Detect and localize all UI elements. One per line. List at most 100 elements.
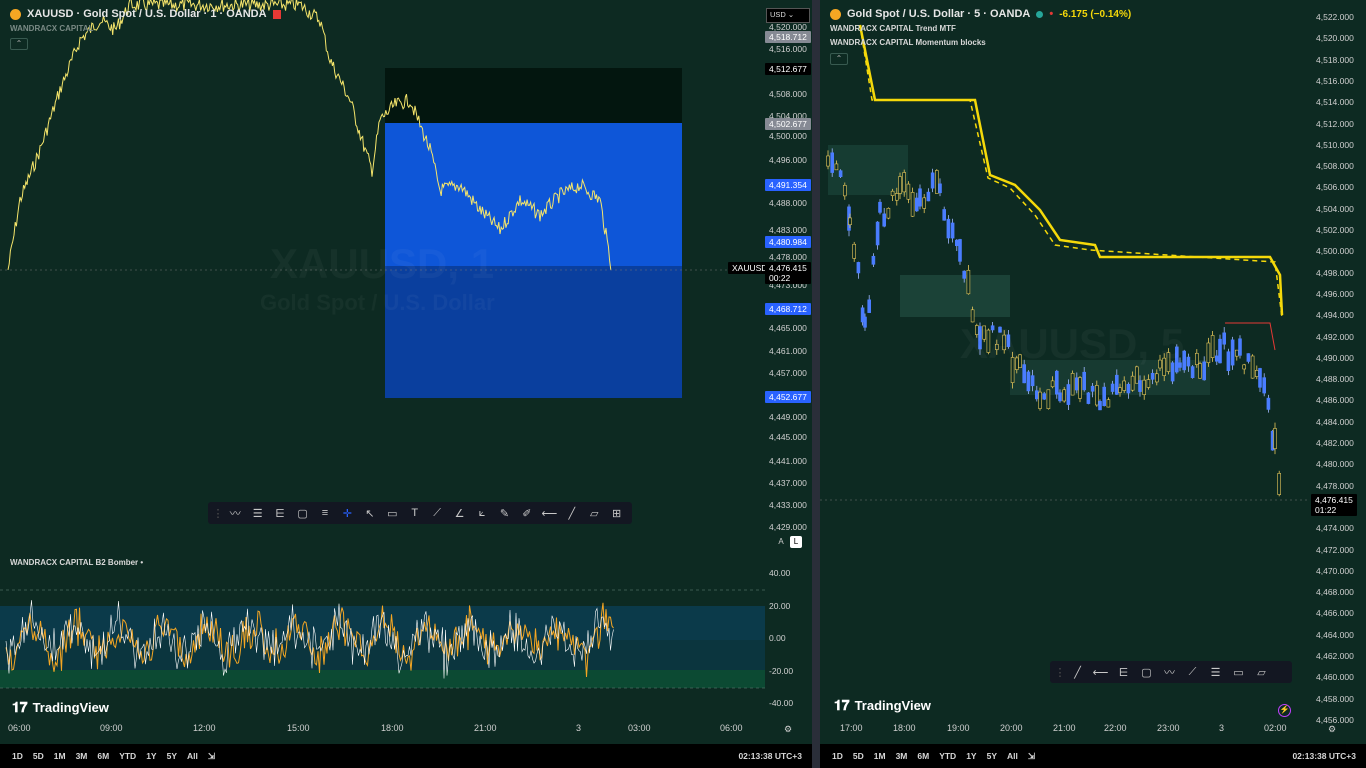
range-1m[interactable]: 1M xyxy=(870,749,890,763)
left-axis-settings-icon[interactable]: ⚙ xyxy=(784,724,792,735)
right-axis-settings-icon[interactable]: ⚙ xyxy=(1328,724,1336,735)
brush-tool-icon[interactable]: ✎ xyxy=(495,504,513,522)
parallel-channel-icon[interactable]: ▱ xyxy=(1252,663,1271,681)
fib-tool-icon[interactable]: ☰ xyxy=(1206,663,1225,681)
candle xyxy=(1038,391,1042,409)
fib-ext-tool-icon[interactable]: ⋿ xyxy=(1114,663,1133,681)
left-symbol-title[interactable]: XAUUSD · Gold Spot / U.S. Dollar · 1 · O… xyxy=(10,8,281,20)
price-axis-label: 4,464.000 xyxy=(1316,629,1354,640)
range-1y[interactable]: 1Y xyxy=(142,749,160,763)
range-5d[interactable]: 5D xyxy=(849,749,868,763)
candle xyxy=(1030,375,1035,387)
range-1m[interactable]: 1M xyxy=(50,749,70,763)
curve-tool-icon[interactable]: ⟋ xyxy=(1183,663,1202,681)
rectangle-tool-icon[interactable]: ▢ xyxy=(293,504,311,522)
price-axis-label: 4,460.000 xyxy=(1316,672,1354,683)
range-5d[interactable]: 5D xyxy=(29,749,48,763)
tradingview-logo-right[interactable]: 𝟏𝟕 TradingView xyxy=(834,697,931,714)
range-5y[interactable]: 5Y xyxy=(983,749,1001,763)
left-collapse-button[interactable]: ⌃ xyxy=(10,38,28,50)
candle xyxy=(1050,380,1055,388)
candle xyxy=(1202,361,1207,381)
indicator-trend-mtf[interactable]: WANDRACX CAPITAL Trend MTF xyxy=(830,24,956,33)
right-drawing-toolbar[interactable]: ⋮ ╱ ⟵ ⋿ ▢ 〰 ⟋ ☰ ▭ ▱ xyxy=(1050,661,1292,683)
range-ytd[interactable]: YTD xyxy=(935,749,960,763)
goto-date-icon[interactable]: ⇲ xyxy=(204,749,219,764)
time-axis-label: 12:00 xyxy=(193,723,216,733)
candle xyxy=(958,239,962,262)
candle xyxy=(1198,363,1202,379)
clock[interactable]: 02:13:38 UTC+3 xyxy=(1292,751,1356,761)
crosshair-tool-icon[interactable]: ✛ xyxy=(338,504,356,522)
trend-line-icon[interactable]: ╱ xyxy=(563,504,581,522)
currency-select[interactable]: USD ⌄ xyxy=(766,8,810,23)
candle xyxy=(1086,392,1091,404)
range-3m[interactable]: 3M xyxy=(72,749,92,763)
candle xyxy=(1098,401,1102,411)
goto-date-icon[interactable]: ⇲ xyxy=(1024,749,1039,764)
drawing-toolbar[interactable]: ⋮ 〰 ☰ ⋿ ▢ ≡ ✛ ↖ ▭ T ⟋ ∠ ⟀ ✎ ✐ ⟵ ╱ ▱ ⊞ xyxy=(208,502,632,524)
time-axis-label: 22:00 xyxy=(1104,723,1127,733)
left-indicator-label[interactable]: WANDRACX CAPITAL xyxy=(10,24,93,33)
fib-tool-icon[interactable]: ☰ xyxy=(248,504,266,522)
left-price-chart[interactable] xyxy=(0,0,816,740)
left-watermark: XAUUSD, 1 xyxy=(270,240,494,288)
fib-channel-tool-icon[interactable]: ≡ xyxy=(316,504,334,522)
right-collapse-button[interactable]: ⌃ xyxy=(830,53,848,65)
range-6m[interactable]: 6M xyxy=(913,749,933,763)
right-chart-pane[interactable]: XAUUSD, 5 Gold Spot / U.S. Dollar · 5 · … xyxy=(820,0,1366,768)
replay-icon[interactable]: ⚡ xyxy=(1278,704,1291,717)
range-1d[interactable]: 1D xyxy=(828,749,847,763)
clock[interactable]: 02:13:38 UTC+3 xyxy=(738,751,802,761)
candle xyxy=(1114,374,1119,395)
callout-tool-icon[interactable]: ▭ xyxy=(383,504,401,522)
fan-tool-icon[interactable]: ⟀ xyxy=(473,504,491,522)
range-all[interactable]: All xyxy=(183,749,202,763)
right-symbol-title[interactable]: Gold Spot / U.S. Dollar · 5 · OANDA • -6… xyxy=(830,8,1131,20)
drag-handle-icon[interactable]: ⋮ xyxy=(213,504,224,522)
range-6m[interactable]: 6M xyxy=(93,749,113,763)
fib-ext-tool-icon[interactable]: ⋿ xyxy=(271,504,289,522)
range-all[interactable]: All xyxy=(1003,749,1022,763)
text-tool-icon[interactable]: T xyxy=(406,504,424,522)
curve-tool-icon[interactable]: ⟋ xyxy=(428,504,446,522)
horizontal-ray-icon[interactable]: ⟵ xyxy=(540,504,558,522)
range-1y[interactable]: 1Y xyxy=(962,749,980,763)
parallel-channel-icon[interactable]: ▱ xyxy=(585,504,603,522)
candle xyxy=(1070,373,1075,396)
trend-mtf-dashed xyxy=(859,24,1283,319)
callout-tool-icon[interactable]: ▭ xyxy=(1229,663,1248,681)
price-axis-label: 4,458.000 xyxy=(1316,693,1354,704)
pattern-tool-icon[interactable]: 〰 xyxy=(1160,663,1179,681)
price-axis-label: 4,437.000 xyxy=(769,478,807,488)
candle xyxy=(1194,352,1199,365)
range-1d[interactable]: 1D xyxy=(8,749,27,763)
range-3m[interactable]: 3M xyxy=(892,749,912,763)
cursor-tool-icon[interactable]: ↖ xyxy=(361,504,379,522)
trend-line-icon[interactable]: ╱ xyxy=(1068,663,1087,681)
price-axis-label: 4,496.000 xyxy=(769,155,807,165)
measure-tool-icon[interactable]: ⊞ xyxy=(607,504,625,522)
range-5y[interactable]: 5Y xyxy=(163,749,181,763)
range-ytd[interactable]: YTD xyxy=(115,749,140,763)
rectangle-tool-icon[interactable]: ▢ xyxy=(1137,663,1156,681)
drag-handle-icon[interactable]: ⋮ xyxy=(1055,663,1066,681)
right-price-chart[interactable] xyxy=(820,0,1366,740)
tradingview-logo-left[interactable]: 𝟏𝟕 TradingView xyxy=(12,699,109,716)
indicator-momentum-blocks[interactable]: WANDRACX CAPITAL Momentum blocks xyxy=(830,38,986,47)
pen-tool-icon[interactable]: ✐ xyxy=(518,504,536,522)
angle-tool-icon[interactable]: ∠ xyxy=(450,504,468,522)
horizontal-ray-icon[interactable]: ⟵ xyxy=(1091,663,1110,681)
price-axis-label: 4,483.000 xyxy=(769,225,807,235)
price-axis-label: 4,508.000 xyxy=(769,89,807,99)
oscillator-label[interactable]: WANDRACX CAPITAL B2 Bomber • xyxy=(10,558,143,567)
candle xyxy=(1046,389,1051,409)
time-axis-label: 17:00 xyxy=(840,723,863,733)
candle xyxy=(1082,371,1087,391)
left-chart-pane[interactable]: XAUUSD, 1 Gold Spot / U.S. Dollar XAUUSD… xyxy=(0,0,816,768)
candle xyxy=(834,163,839,171)
log-scale-toggle[interactable]: L xyxy=(790,536,802,548)
auto-scale-toggle[interactable]: A xyxy=(775,536,787,548)
price-axis-label: 4,486.000 xyxy=(1316,395,1354,406)
pattern-tool-icon[interactable]: 〰 xyxy=(226,504,244,522)
